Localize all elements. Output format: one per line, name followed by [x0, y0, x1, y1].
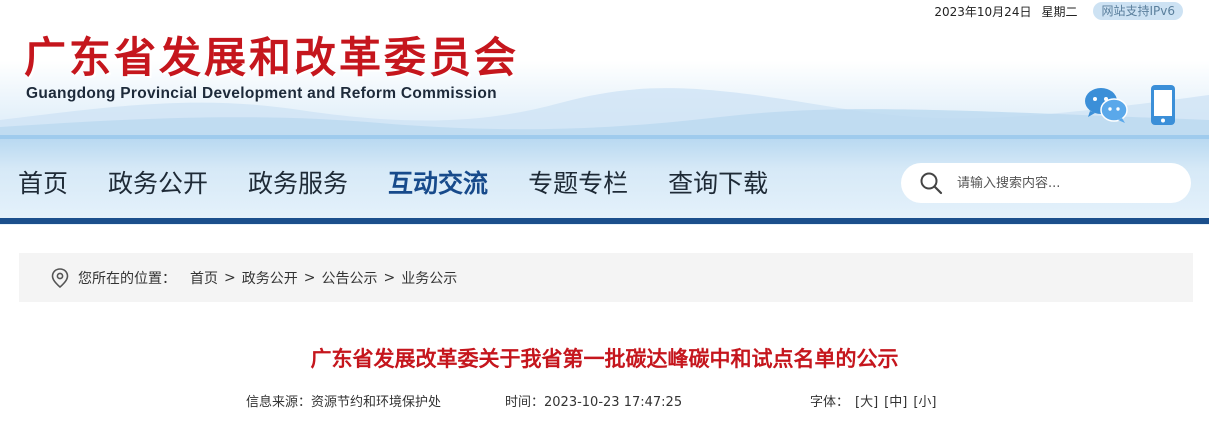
nav-list: 首页 政务公开 政务服务 互动交流 专题专栏 查询下载	[18, 167, 808, 201]
nav-item-query-download[interactable]: 查询下载	[668, 167, 768, 201]
main-nav: 首页 政务公开 政务服务 互动交流 专题专栏 查询下载	[0, 135, 1209, 225]
ipv6-badge: 网站支持IPv6	[1093, 2, 1183, 20]
breadcrumb-separator: >	[303, 269, 316, 286]
breadcrumb: 您所在的位置： 首页 > 政务公开 > 公告公示 > 业务公示	[19, 253, 1193, 302]
article-title: 广东省发展改革委关于我省第一批碳达峰碳中和试点名单的公示	[310, 347, 899, 371]
wechat-icon[interactable]	[1084, 86, 1128, 124]
search-icon[interactable]	[919, 171, 943, 195]
source-label: 信息来源：	[246, 395, 312, 410]
location-pin-icon	[51, 267, 69, 288]
breadcrumb-separator: >	[224, 269, 236, 286]
nav-bottom-bar	[0, 218, 1209, 224]
site-header: 2023年10月24日 星期二 网站支持IPv6 广东省发展和改革委员会 Gua…	[0, 0, 1209, 135]
breadcrumb-item-government-affairs[interactable]: 政务公开	[242, 268, 298, 288]
site-subtitle: Guangdong Provincial Development and Ref…	[26, 85, 497, 102]
search-box	[901, 163, 1191, 203]
nav-item-special-topics[interactable]: 专题专栏	[528, 167, 628, 201]
search-input[interactable]	[957, 175, 1177, 191]
font-size-small-button[interactable]: [小]	[913, 391, 936, 410]
font-size-large-button[interactable]: [大]	[855, 391, 878, 410]
current-weekday: 星期二	[1041, 4, 1078, 19]
article-source: 信息来源：资源节约和环境保护处	[246, 391, 441, 410]
time-label: 时间：	[505, 395, 545, 410]
time-value: 2023-10-23 17:47:25	[544, 395, 683, 410]
site-title[interactable]: 广东省发展和改革委员会	[24, 34, 519, 82]
font-size-medium-button[interactable]: [中]	[884, 391, 907, 410]
breadcrumb-item-business-notices[interactable]: 业务公示	[401, 268, 457, 288]
breadcrumb-item-home[interactable]: 首页	[190, 268, 218, 288]
source-value: 资源节约和环境保护处	[311, 395, 442, 410]
font-size-selector: 字体： [大] [中] [小]	[810, 391, 936, 410]
article-time: 时间：2023-10-23 17:47:25	[505, 391, 682, 410]
mobile-icon[interactable]	[1150, 84, 1176, 126]
top-info-bar: 2023年10月24日 星期二 网站支持IPv6	[934, 2, 1183, 20]
breadcrumb-item-announcements[interactable]: 公告公示	[321, 268, 377, 288]
nav-item-home[interactable]: 首页	[18, 167, 68, 201]
font-size-label: 字体：	[810, 395, 850, 410]
nav-item-government-services[interactable]: 政务服务	[248, 167, 348, 201]
breadcrumb-label: 您所在的位置：	[78, 270, 176, 287]
breadcrumb-separator: >	[383, 269, 396, 286]
nav-item-interaction[interactable]: 互动交流	[388, 167, 488, 201]
nav-item-government-affairs[interactable]: 政务公开	[108, 167, 208, 201]
current-date: 2023年10月24日	[934, 4, 1032, 19]
